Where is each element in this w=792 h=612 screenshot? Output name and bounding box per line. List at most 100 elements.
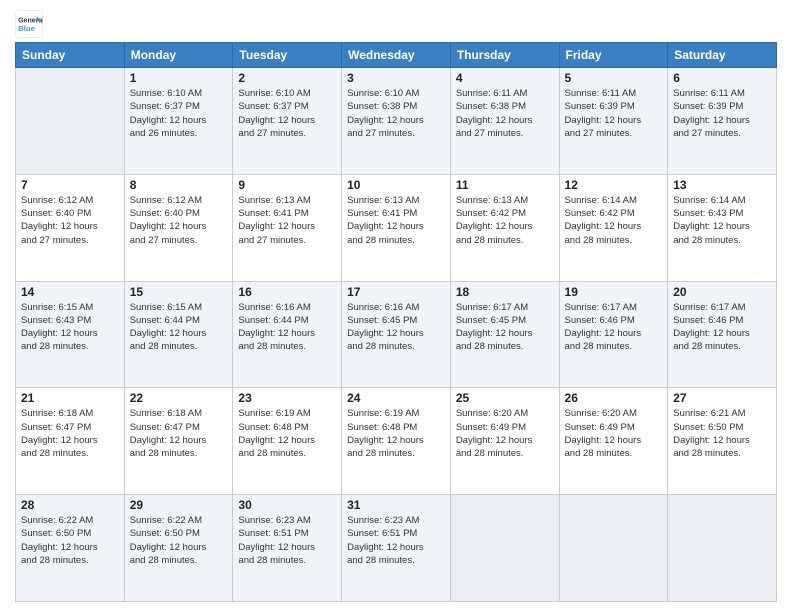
day-info: Sunrise: 6:17 AM Sunset: 6:46 PM Dayligh… <box>565 301 663 354</box>
day-number: 16 <box>238 285 336 299</box>
calendar-cell: 10 Sunrise: 6:13 AM Sunset: 6:41 PM Dayli… <box>342 174 451 281</box>
day-number: 3 <box>347 71 445 85</box>
day-number: 20 <box>673 285 771 299</box>
day-info: Sunrise: 6:15 AM Sunset: 6:43 PM Dayligh… <box>21 301 119 354</box>
day-number: 12 <box>565 178 663 192</box>
page: General Blue SundayMondayTuesdayWednesda… <box>0 0 792 612</box>
weekday-header-thursday: Thursday <box>450 43 559 68</box>
calendar-cell: 28 Sunrise: 6:22 AM Sunset: 6:50 PM Dayli… <box>16 495 125 602</box>
weekday-header-saturday: Saturday <box>668 43 777 68</box>
day-info: Sunrise: 6:13 AM Sunset: 6:41 PM Dayligh… <box>238 194 336 247</box>
day-number: 13 <box>673 178 771 192</box>
calendar-cell: 22 Sunrise: 6:18 AM Sunset: 6:47 PM Dayli… <box>124 388 233 495</box>
day-number: 29 <box>130 498 228 512</box>
day-number: 2 <box>238 71 336 85</box>
calendar-cell: 1Sunrise: 6:10 AM Sunset: 6:37 PM Daylig… <box>124 68 233 175</box>
day-info: Sunrise: 6:12 AM Sunset: 6:40 PM Dayligh… <box>21 194 119 247</box>
calendar-table: SundayMondayTuesdayWednesdayThursdayFrid… <box>15 42 777 602</box>
day-number: 17 <box>347 285 445 299</box>
calendar-week-row: 14Sunrise: 6:15 AM Sunset: 6:43 PM Dayli… <box>16 281 777 388</box>
calendar-cell: 19Sunrise: 6:17 AM Sunset: 6:46 PM Dayli… <box>559 281 668 388</box>
calendar-cell: 26 Sunrise: 6:20 AM Sunset: 6:49 PM Dayli… <box>559 388 668 495</box>
logo: General Blue <box>15 10 43 38</box>
day-number: 8 <box>130 178 228 192</box>
calendar-cell <box>450 495 559 602</box>
calendar-week-row: 28 Sunrise: 6:22 AM Sunset: 6:50 PM Dayli… <box>16 495 777 602</box>
calendar-cell: 7 Sunrise: 6:12 AM Sunset: 6:40 PM Daylig… <box>16 174 125 281</box>
day-info: Sunrise: 6:10 AM Sunset: 6:38 PM Dayligh… <box>347 87 445 140</box>
calendar-cell: 6 Sunrise: 6:11 AM Sunset: 6:39 PM Daylig… <box>668 68 777 175</box>
day-number: 10 <box>347 178 445 192</box>
calendar-cell: 25 Sunrise: 6:20 AM Sunset: 6:49 PM Dayli… <box>450 388 559 495</box>
weekday-header-sunday: Sunday <box>16 43 125 68</box>
day-info: Sunrise: 6:14 AM Sunset: 6:42 PM Dayligh… <box>565 194 663 247</box>
header: General Blue <box>15 10 777 38</box>
day-number: 24 <box>347 391 445 405</box>
day-number: 15 <box>130 285 228 299</box>
calendar-cell: 23 Sunrise: 6:19 AM Sunset: 6:48 PM Dayli… <box>233 388 342 495</box>
day-info: Sunrise: 6:17 AM Sunset: 6:45 PM Dayligh… <box>456 301 554 354</box>
day-number: 9 <box>238 178 336 192</box>
calendar-cell: 30 Sunrise: 6:23 AM Sunset: 6:51 PM Dayli… <box>233 495 342 602</box>
day-info: Sunrise: 6:11 AM Sunset: 6:39 PM Dayligh… <box>673 87 771 140</box>
calendar-cell: 5 Sunrise: 6:11 AM Sunset: 6:39 PM Daylig… <box>559 68 668 175</box>
day-info: Sunrise: 6:19 AM Sunset: 6:48 PM Dayligh… <box>238 407 336 460</box>
day-number: 18 <box>456 285 554 299</box>
calendar-cell: 2Sunrise: 6:10 AM Sunset: 6:37 PM Daylig… <box>233 68 342 175</box>
day-info: Sunrise: 6:18 AM Sunset: 6:47 PM Dayligh… <box>130 407 228 460</box>
day-info: Sunrise: 6:23 AM Sunset: 6:51 PM Dayligh… <box>238 514 336 567</box>
calendar-cell: 21Sunrise: 6:18 AM Sunset: 6:47 PM Dayli… <box>16 388 125 495</box>
calendar-cell <box>668 495 777 602</box>
day-number: 6 <box>673 71 771 85</box>
day-info: Sunrise: 6:22 AM Sunset: 6:50 PM Dayligh… <box>130 514 228 567</box>
day-info: Sunrise: 6:11 AM Sunset: 6:39 PM Dayligh… <box>565 87 663 140</box>
calendar-cell: 14Sunrise: 6:15 AM Sunset: 6:43 PM Dayli… <box>16 281 125 388</box>
calendar-cell: 27 Sunrise: 6:21 AM Sunset: 6:50 PM Dayli… <box>668 388 777 495</box>
logo-icon: General Blue <box>15 10 43 38</box>
calendar-cell: 13Sunrise: 6:14 AM Sunset: 6:43 PM Dayli… <box>668 174 777 281</box>
calendar-week-row: 7 Sunrise: 6:12 AM Sunset: 6:40 PM Daylig… <box>16 174 777 281</box>
calendar-week-row: 21 Sunrise: 6:18 AM Sunset: 6:47 PM Dayli… <box>16 388 777 495</box>
day-number: 5 <box>565 71 663 85</box>
calendar-cell: 12 Sunrise: 6:14 AM Sunset: 6:42 PM Dayli… <box>559 174 668 281</box>
calendar-cell: 31 Sunrise: 6:23 AM Sunset: 6:51 PM Dayli… <box>342 495 451 602</box>
day-info: Sunrise: 6:20 AM Sunset: 6:49 PM Dayligh… <box>456 407 554 460</box>
day-number: 22 <box>130 391 228 405</box>
calendar-cell: 16 Sunrise: 6:16 AM Sunset: 6:44 PM Dayli… <box>233 281 342 388</box>
day-info: Sunrise: 6:20 AM Sunset: 6:49 PM Dayligh… <box>565 407 663 460</box>
weekday-header-monday: Monday <box>124 43 233 68</box>
weekday-header-tuesday: Tuesday <box>233 43 342 68</box>
day-info: Sunrise: 6:21 AM Sunset: 6:50 PM Dayligh… <box>673 407 771 460</box>
day-number: 26 <box>565 391 663 405</box>
day-number: 21 <box>21 391 119 405</box>
day-info: Sunrise: 6:23 AM Sunset: 6:51 PM Dayligh… <box>347 514 445 567</box>
day-info: Sunrise: 6:17 AM Sunset: 6:46 PM Dayligh… <box>673 301 771 354</box>
day-info: Sunrise: 6:22 AM Sunset: 6:50 PM Dayligh… <box>21 514 119 567</box>
calendar-cell: 18 Sunrise: 6:17 AM Sunset: 6:45 PM Dayli… <box>450 281 559 388</box>
day-number: 28 <box>21 498 119 512</box>
calendar-cell: 8 Sunrise: 6:12 AM Sunset: 6:40 PM Daylig… <box>124 174 233 281</box>
day-number: 7 <box>21 178 119 192</box>
calendar-cell: 4 Sunrise: 6:11 AM Sunset: 6:38 PM Daylig… <box>450 68 559 175</box>
day-number: 4 <box>456 71 554 85</box>
day-info: Sunrise: 6:11 AM Sunset: 6:38 PM Dayligh… <box>456 87 554 140</box>
svg-text:Blue: Blue <box>18 24 36 33</box>
day-number: 1 <box>130 71 228 85</box>
day-info: Sunrise: 6:16 AM Sunset: 6:45 PM Dayligh… <box>347 301 445 354</box>
day-number: 27 <box>673 391 771 405</box>
day-number: 11 <box>456 178 554 192</box>
day-info: Sunrise: 6:12 AM Sunset: 6:40 PM Dayligh… <box>130 194 228 247</box>
day-info: Sunrise: 6:13 AM Sunset: 6:41 PM Dayligh… <box>347 194 445 247</box>
calendar-cell: 9 Sunrise: 6:13 AM Sunset: 6:41 PM Daylig… <box>233 174 342 281</box>
calendar-cell: 11 Sunrise: 6:13 AM Sunset: 6:42 PM Dayli… <box>450 174 559 281</box>
calendar-week-row: 1Sunrise: 6:10 AM Sunset: 6:37 PM Daylig… <box>16 68 777 175</box>
day-number: 25 <box>456 391 554 405</box>
calendar-cell: 29 Sunrise: 6:22 AM Sunset: 6:50 PM Dayli… <box>124 495 233 602</box>
day-number: 31 <box>347 498 445 512</box>
day-info: Sunrise: 6:16 AM Sunset: 6:44 PM Dayligh… <box>238 301 336 354</box>
weekday-header-row: SundayMondayTuesdayWednesdayThursdayFrid… <box>16 43 777 68</box>
day-number: 23 <box>238 391 336 405</box>
calendar-cell: 17 Sunrise: 6:16 AM Sunset: 6:45 PM Dayli… <box>342 281 451 388</box>
day-number: 30 <box>238 498 336 512</box>
day-info: Sunrise: 6:13 AM Sunset: 6:42 PM Dayligh… <box>456 194 554 247</box>
